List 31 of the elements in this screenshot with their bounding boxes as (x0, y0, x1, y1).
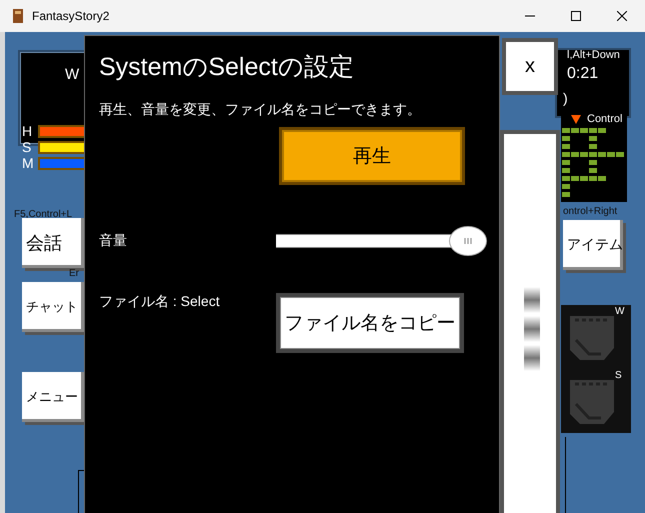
game-button[interactable]: メニュー (22, 372, 84, 422)
map-label: Control (587, 113, 622, 125)
copy-button[interactable]: ファイル名をコピー (276, 293, 464, 353)
game-button[interactable]: チャット (22, 282, 84, 332)
item-button[interactable]: アイテム (563, 220, 623, 270)
bar-label: S (22, 140, 32, 154)
grip-icon[interactable] (524, 287, 540, 371)
pad-label: W (615, 306, 624, 317)
game-button[interactable]: 会話 (22, 218, 84, 268)
maximize-icon (571, 11, 581, 21)
bar-label: M (22, 156, 34, 170)
volume-label: 音量 (99, 232, 128, 250)
info-text: l,Alt+Down (567, 49, 620, 61)
info-text: 0:21 (567, 65, 598, 83)
key-hint: ontrol+Right (563, 206, 618, 217)
key-hint: F5,Control+L (14, 209, 72, 220)
book-icon (12, 9, 24, 23)
info-text: ) (563, 90, 568, 106)
window-title: FantasyStory2 (32, 9, 110, 23)
slider-thumb[interactable] (449, 226, 488, 256)
file-name-label: ファイル名 : Select (99, 293, 221, 311)
marker-icon (571, 115, 581, 125)
pad-label: S (615, 370, 622, 381)
play-button[interactable]: 再生 (279, 127, 465, 185)
close-icon (617, 11, 627, 21)
dialog-description: 再生、音量を変更、ファイル名をコピーできます。 (99, 101, 422, 119)
bar-label: H (22, 124, 32, 138)
key-hint: Er (69, 268, 79, 279)
dialog-title: SystemのSelectの設定 (99, 52, 355, 83)
status-label: W (65, 66, 80, 83)
close-button[interactable]: x (502, 38, 558, 95)
